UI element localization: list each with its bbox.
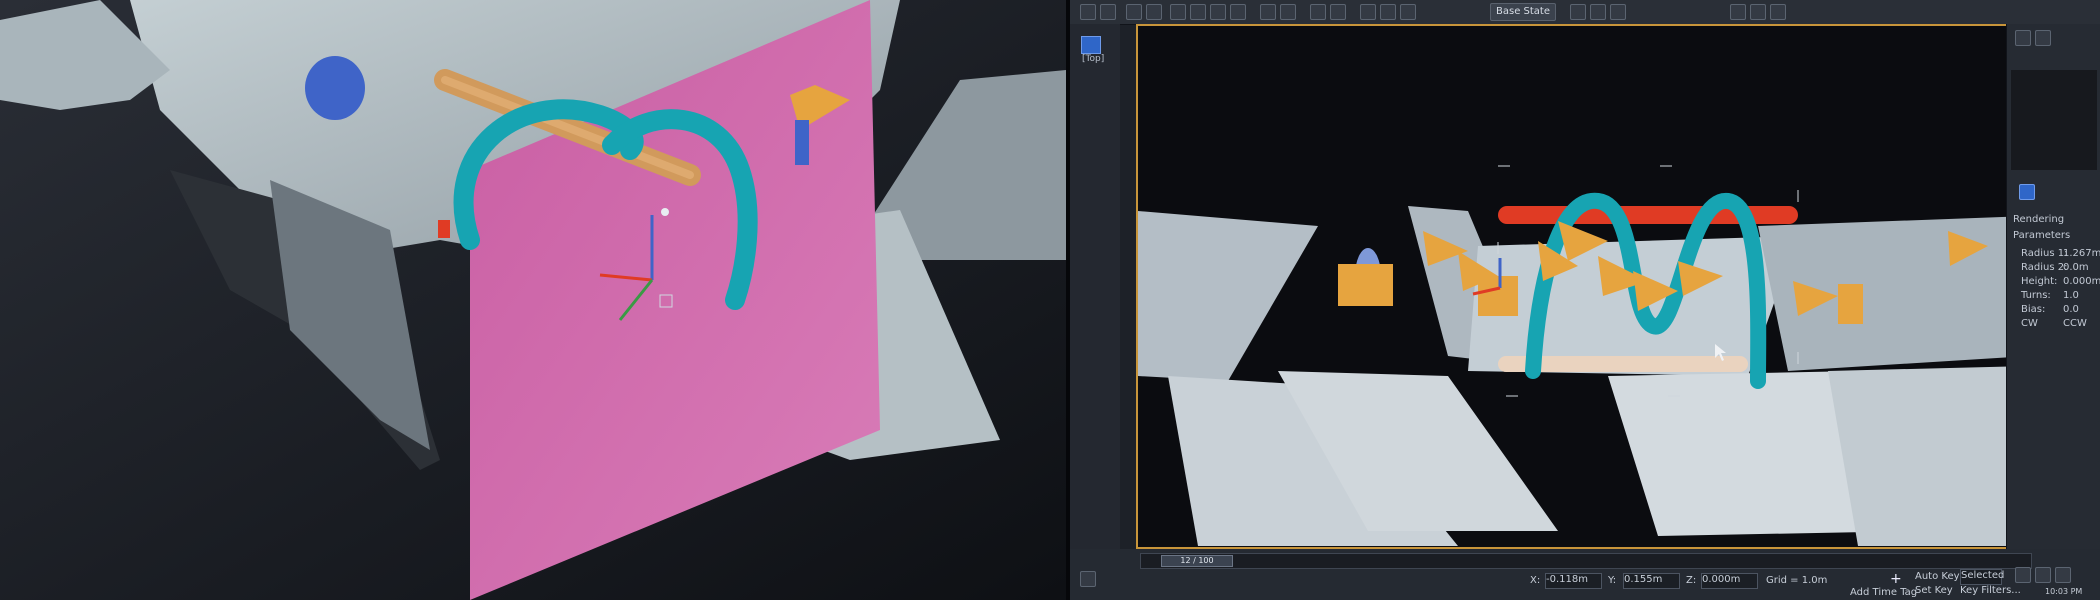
- viewport-label: [Top]: [1082, 54, 1105, 64]
- viewport-layout-tab[interactable]: [1081, 36, 1101, 54]
- orange-box-left: [1338, 264, 1393, 306]
- orange-box-center: [1478, 276, 1518, 316]
- param-label: Radius 2:: [2021, 262, 2068, 273]
- viewport-scene: [1138, 26, 2029, 547]
- set-key-button[interactable]: Set Key: [1915, 585, 1953, 596]
- param-value-field[interactable]: 1.0: [2063, 290, 2079, 301]
- param-value-field[interactable]: 1.267m: [2063, 248, 2100, 259]
- rotate-icon[interactable]: [1210, 4, 1226, 20]
- x-coord-label: X:: [1530, 575, 1541, 586]
- material-icon[interactable]: [1380, 4, 1396, 20]
- grid-size-label: Grid = 1.0m: [1766, 575, 1828, 586]
- next-frame-icon[interactable]: [2035, 567, 2051, 583]
- ccw-radio[interactable]: CCW: [2063, 318, 2087, 329]
- status-bar: 12 / 100 X: -0.118m Y: 0.155m Z: 0.000m …: [1070, 549, 2100, 600]
- create-tab-icon[interactable]: [2015, 30, 2031, 46]
- param-label: Bias:: [2021, 304, 2046, 315]
- frame-counter[interactable]: 12 / 100: [1161, 555, 1233, 567]
- schematic-icon[interactable]: [1610, 4, 1626, 20]
- key-filters-button[interactable]: Key Filters...: [1960, 585, 2021, 596]
- z-coord-field[interactable]: 0.000m: [1701, 573, 1758, 589]
- mirror-icon[interactable]: [1310, 4, 1326, 20]
- param-label: Radius 1:: [2021, 248, 2068, 259]
- scale-icon[interactable]: [1230, 4, 1246, 20]
- undo-icon[interactable]: [1080, 4, 1096, 20]
- auto-key-button[interactable]: Auto Key: [1915, 571, 1960, 582]
- z-coord-label: Z:: [1686, 575, 1697, 586]
- link-icon[interactable]: [1126, 4, 1142, 20]
- modifier-stack: [2011, 70, 2097, 170]
- cw-radio[interactable]: CW: [2021, 318, 2038, 329]
- blue-sphere: [305, 56, 365, 120]
- red-marker: [438, 220, 450, 238]
- snap-icon[interactable]: [1260, 4, 1276, 20]
- command-panel: Rendering Parameters Radius 1: 1.267m Ra…: [2006, 24, 2100, 564]
- photo-composite: Base State [Top] Rendering Parameters Ra…: [0, 0, 2100, 600]
- param-label: Height:: [2021, 276, 2058, 287]
- render-setup-icon[interactable]: [1730, 4, 1746, 20]
- align-icon[interactable]: [1330, 4, 1346, 20]
- add-time-tag-button[interactable]: Add Time Tag: [1850, 587, 1917, 598]
- modify-tab-icon[interactable]: [2035, 30, 2051, 46]
- pin-stack-icon[interactable]: [2019, 184, 2035, 200]
- render-frame-icon[interactable]: [1750, 4, 1766, 20]
- move-icon[interactable]: [1190, 4, 1206, 20]
- quick-render-icon[interactable]: [1770, 4, 1786, 20]
- script-listener-icon[interactable]: [1080, 571, 1096, 587]
- redo-icon[interactable]: [1100, 4, 1116, 20]
- left-scene: [0, 0, 1066, 600]
- time-slider-track[interactable]: 12 / 100: [1140, 553, 2032, 569]
- angle-snap-icon[interactable]: [1280, 4, 1296, 20]
- plus-icon[interactable]: +: [1890, 571, 1902, 587]
- orange-box-right: [1838, 284, 1863, 324]
- x-coord-field[interactable]: -0.118m: [1545, 573, 1602, 589]
- main-toolbar: Base State: [1070, 0, 2100, 25]
- selected-dropdown[interactable]: Selected: [1960, 569, 2004, 585]
- clock: 10:03 PM: [2045, 587, 2083, 596]
- render-icon[interactable]: [1400, 4, 1416, 20]
- curve-editor-icon[interactable]: [1590, 4, 1606, 20]
- left-viewport-photo: [0, 0, 1066, 600]
- layer-icon[interactable]: [1360, 4, 1376, 20]
- unlink-icon[interactable]: [1146, 4, 1162, 20]
- blue-prism: [795, 120, 809, 165]
- parameters-rollout[interactable]: Parameters: [2013, 230, 2070, 241]
- plane-lower-right: [1828, 366, 2029, 546]
- param-value-field[interactable]: 0.0: [2063, 304, 2079, 315]
- right-app-photo: Base State [Top] Rendering Parameters Ra…: [1070, 0, 2100, 600]
- rendering-rollout[interactable]: Rendering: [2013, 214, 2064, 225]
- param-value-field[interactable]: 0.000m: [2063, 276, 2100, 287]
- select-icon[interactable]: [1170, 4, 1186, 20]
- y-coord-field[interactable]: 0.155m: [1623, 573, 1680, 589]
- perspective-viewport[interactable]: [1136, 24, 2031, 549]
- viewport-layout-strip: [Top]: [1070, 24, 1120, 564]
- zoom-icon[interactable]: [2055, 567, 2071, 583]
- play-icon[interactable]: [2015, 567, 2031, 583]
- state-sets-button[interactable]: Base State: [1490, 3, 1556, 21]
- param-label: Turns:: [2021, 290, 2051, 301]
- y-coord-label: Y:: [1608, 575, 1617, 586]
- param-value-field[interactable]: 0.0m: [2063, 262, 2089, 273]
- scene-explorer-icon[interactable]: [1570, 4, 1586, 20]
